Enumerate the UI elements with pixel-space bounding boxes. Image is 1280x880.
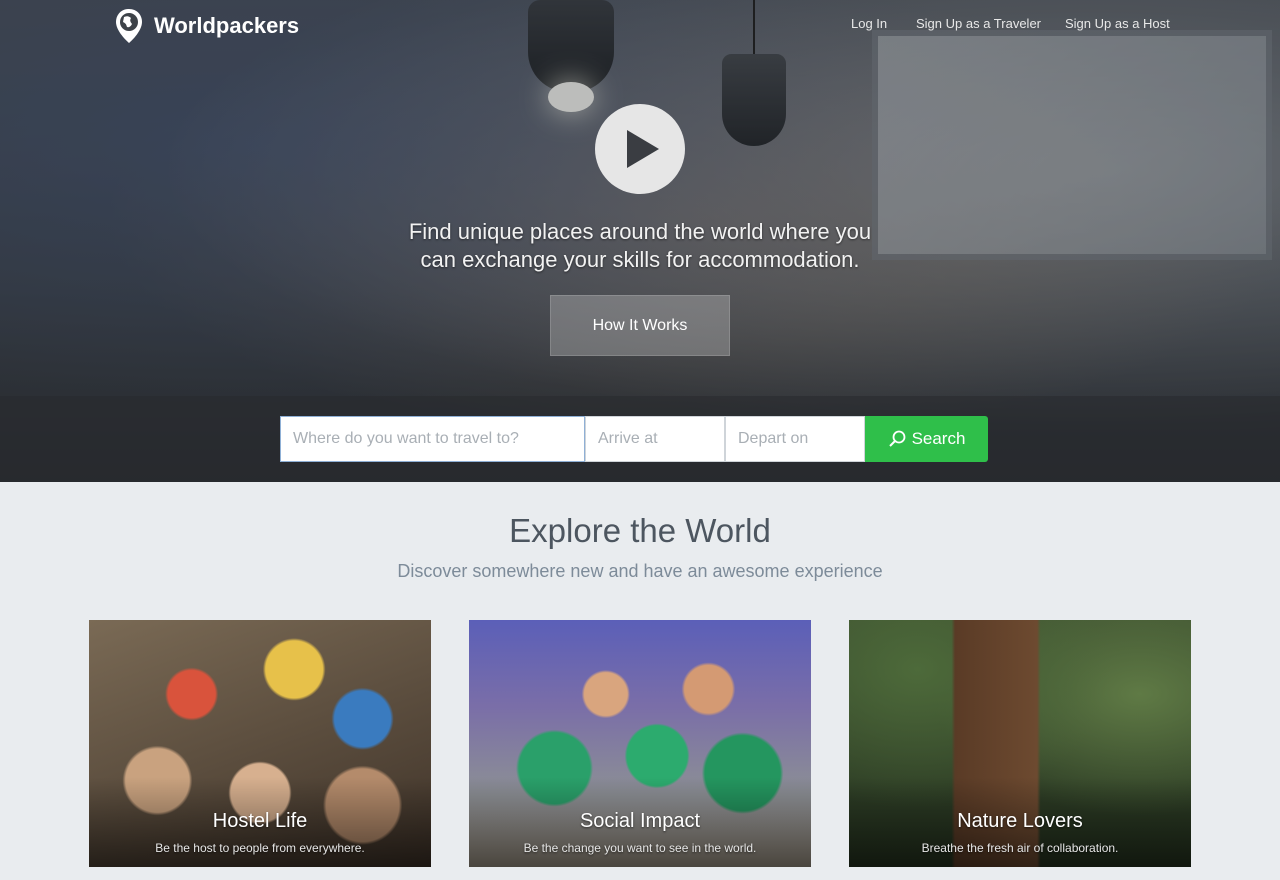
destination-input[interactable] [280,416,585,462]
brand-name: Worldpackers [154,13,300,38]
hero-tagline: Find unique places around the world wher… [340,218,940,274]
card-title: Hostel Life [212,810,308,832]
depart-date-input[interactable] [725,416,865,462]
arrive-date-input[interactable] [585,416,725,462]
play-icon [627,130,659,168]
search-button-label: Search [911,429,966,448]
card-description: Be the change you want to see in the wor… [523,841,757,855]
card-title: Nature Lovers [957,810,1083,832]
card-description: Breathe the fresh air of collaboration. [921,841,1119,855]
search-button[interactable]: Search [865,416,988,462]
brand-logo[interactable]: Worldpackers [114,6,299,46]
globe-pin-icon [116,9,142,43]
search-icon [888,430,905,447]
signup-traveler-link[interactable]: Sign Up as a Traveler [916,16,1041,31]
category-card-social-impact[interactable]: Social Impact Be the change you want to … [469,620,811,867]
tagline-line-1: Find unique places around the world wher… [408,219,872,244]
how-it-works-button[interactable]: How It Works [550,295,730,356]
card-title: Social Impact [579,810,701,832]
login-link[interactable]: Log In [851,16,887,31]
explore-title: Explore the World [509,512,771,549]
explore-subtitle: Discover somewhere new and have an aweso… [397,561,883,581]
category-card-nature-lovers[interactable]: Nature Lovers Breathe the fresh air of c… [849,620,1191,867]
signup-host-link[interactable]: Sign Up as a Host [1065,16,1170,31]
top-navigation: Worldpackers Log In Sign Up as a Travele… [0,0,1280,50]
category-card-hostel-life[interactable]: Hostel Life Be the host to people from e… [89,620,431,867]
card-description: Be the host to people from everywhere. [155,841,365,855]
hero-section: Worldpackers Log In Sign Up as a Travele… [0,0,1280,482]
tagline-line-2: can exchange your skills for accommodati… [420,247,860,272]
play-video-button[interactable] [595,104,685,194]
